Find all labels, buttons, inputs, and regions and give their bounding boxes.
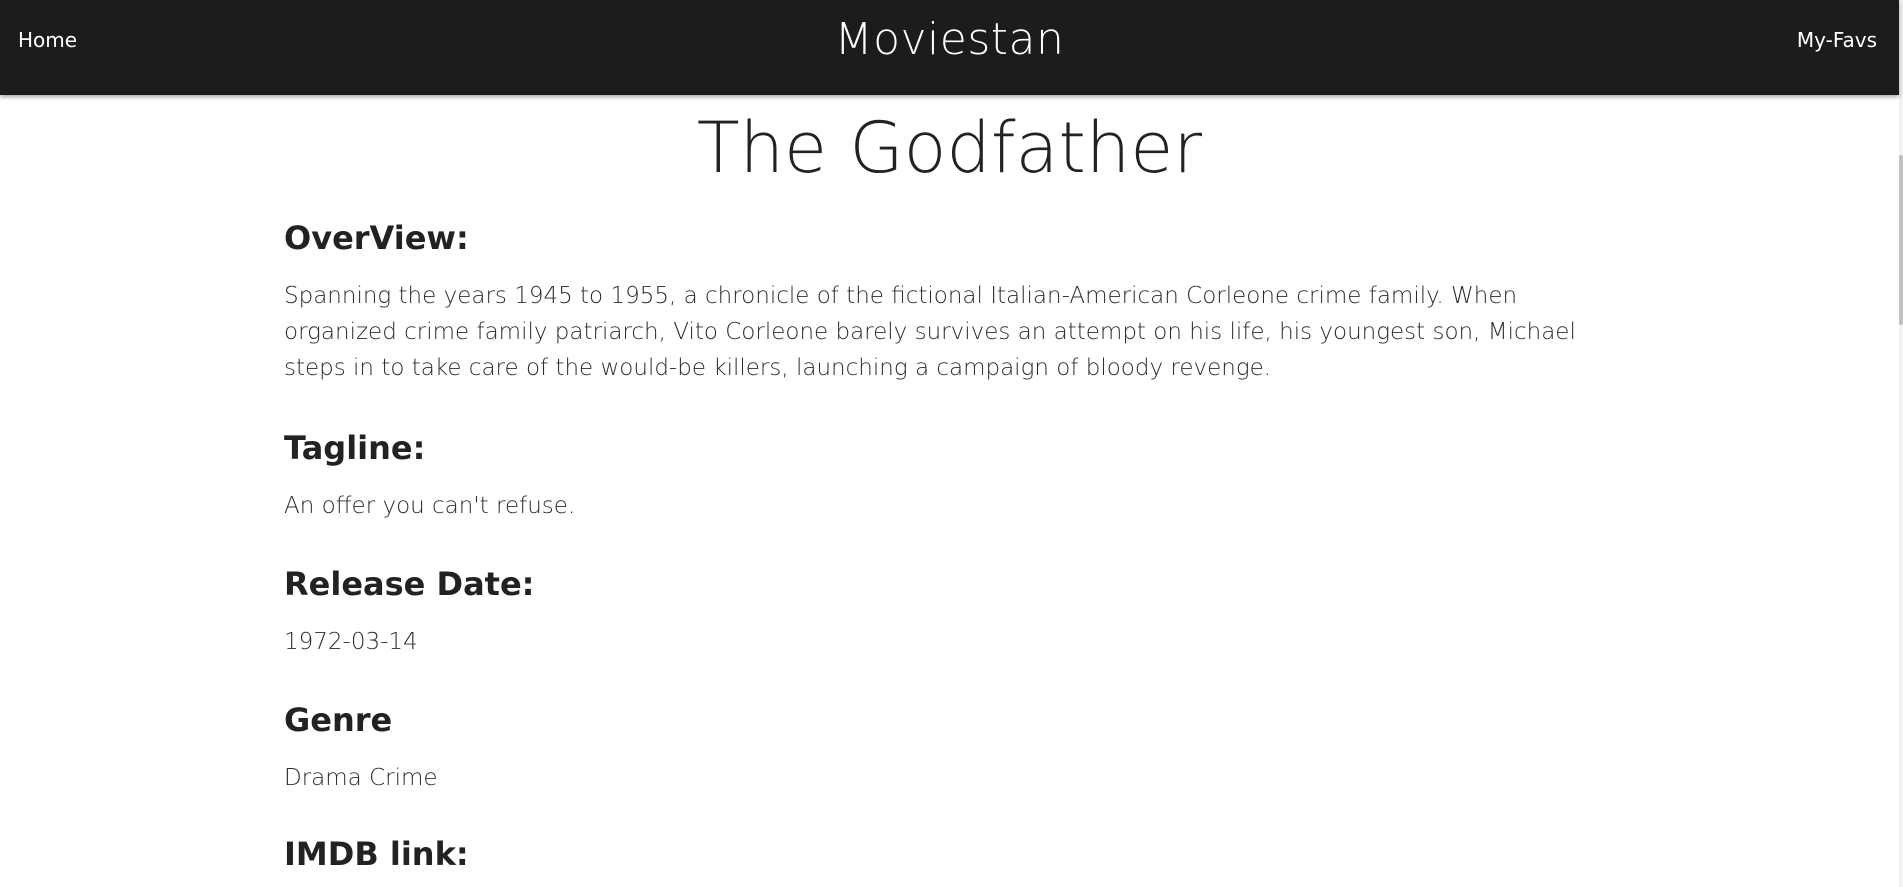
movie-details: OverView: Spanning the years 1945 to 195…	[284, 218, 1584, 874]
tagline-heading: Tagline:	[284, 429, 426, 467]
page: Home Moviestan My-Favs The Godfather Ove…	[0, 0, 1903, 887]
top-navbar: Home Moviestan My-Favs	[0, 0, 1899, 95]
tagline-text: An offer you can't refuse.	[284, 493, 576, 519]
scrollbar-track[interactable]	[1899, 0, 1903, 887]
overview-text: Spanning the years 1945 to 1955, a chron…	[284, 283, 1576, 381]
imdb-link-heading: IMDB link:	[284, 835, 469, 873]
brand-title[interactable]: Moviestan	[835, 14, 1065, 65]
release-date-text: 1972-03-14	[284, 629, 418, 655]
nav-my-favs-link[interactable]: My-Favs	[1797, 24, 1877, 56]
overview-heading: OverView:	[284, 219, 469, 257]
genre-text: Drama Crime	[284, 765, 438, 791]
scrollbar-thumb[interactable]	[1899, 155, 1903, 325]
nav-home-link[interactable]: Home	[18, 24, 77, 56]
release-date-heading: Release Date:	[284, 565, 535, 603]
genre-heading: Genre	[284, 701, 393, 739]
brand-container: Moviestan	[0, 12, 1899, 68]
movie-title: The Godfather	[696, 107, 1203, 189]
